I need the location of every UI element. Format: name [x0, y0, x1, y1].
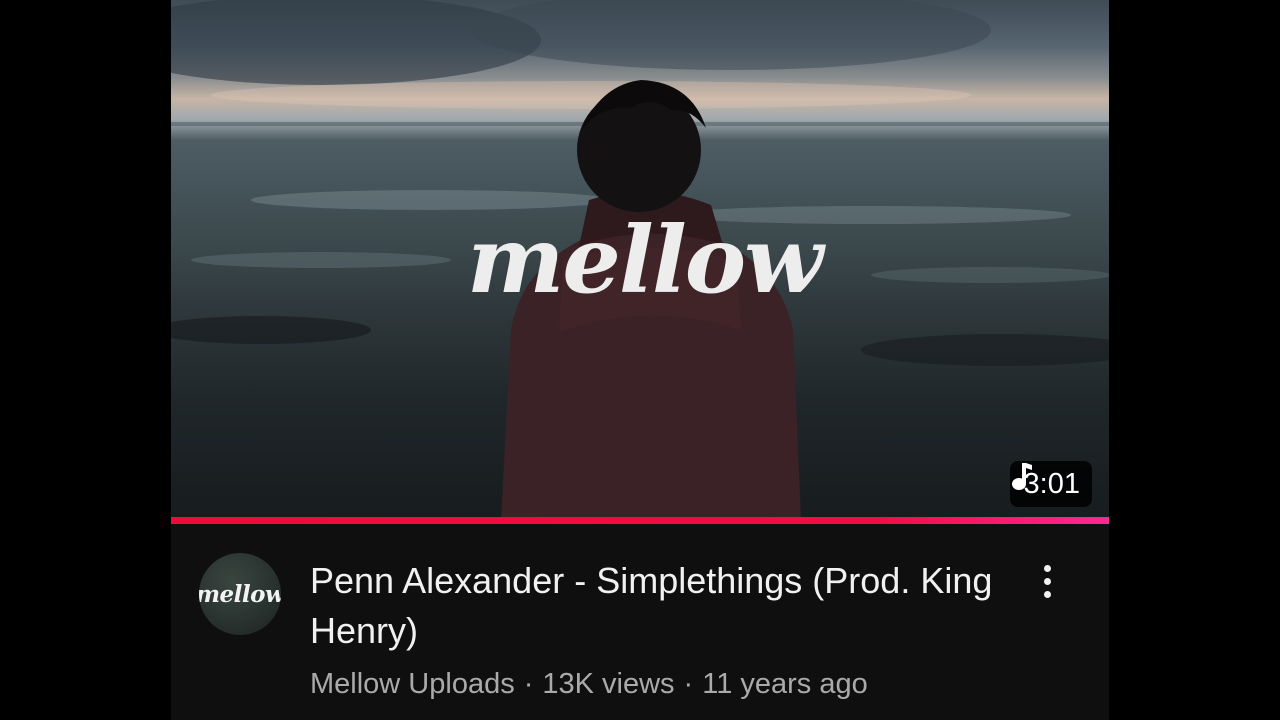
menu-dot [1043, 564, 1051, 572]
more-vert-icon[interactable] [1029, 558, 1065, 604]
upload-age: 11 years ago [702, 668, 868, 700]
separator: · [683, 668, 694, 700]
video-metadata: Mellow Uploads · 13K views · 11 years ago [310, 664, 868, 704]
thumbnail-logo: mellow [467, 206, 823, 314]
menu-dot [1043, 577, 1051, 585]
view-count: 13K views [542, 668, 675, 700]
separator: · [523, 668, 534, 700]
channel-avatar[interactable]: mellow [199, 553, 281, 635]
video-card[interactable]: mellow 3:01 mellow Penn Alexander - Simp… [171, 0, 1109, 720]
menu-dot [1043, 590, 1051, 598]
video-thumbnail[interactable]: mellow 3:01 [171, 0, 1109, 520]
video-title[interactable]: Penn Alexander - Simplethings (Prod. Kin… [310, 556, 1000, 656]
watch-progress-bar [171, 517, 1109, 524]
channel-name[interactable]: Mellow Uploads [310, 668, 515, 700]
duration-badge: 3:01 [1009, 461, 1092, 507]
channel-avatar-logo: mellow [199, 580, 281, 608]
music-note-icon [1011, 463, 1032, 490]
watch-progress-fill [171, 517, 1109, 524]
